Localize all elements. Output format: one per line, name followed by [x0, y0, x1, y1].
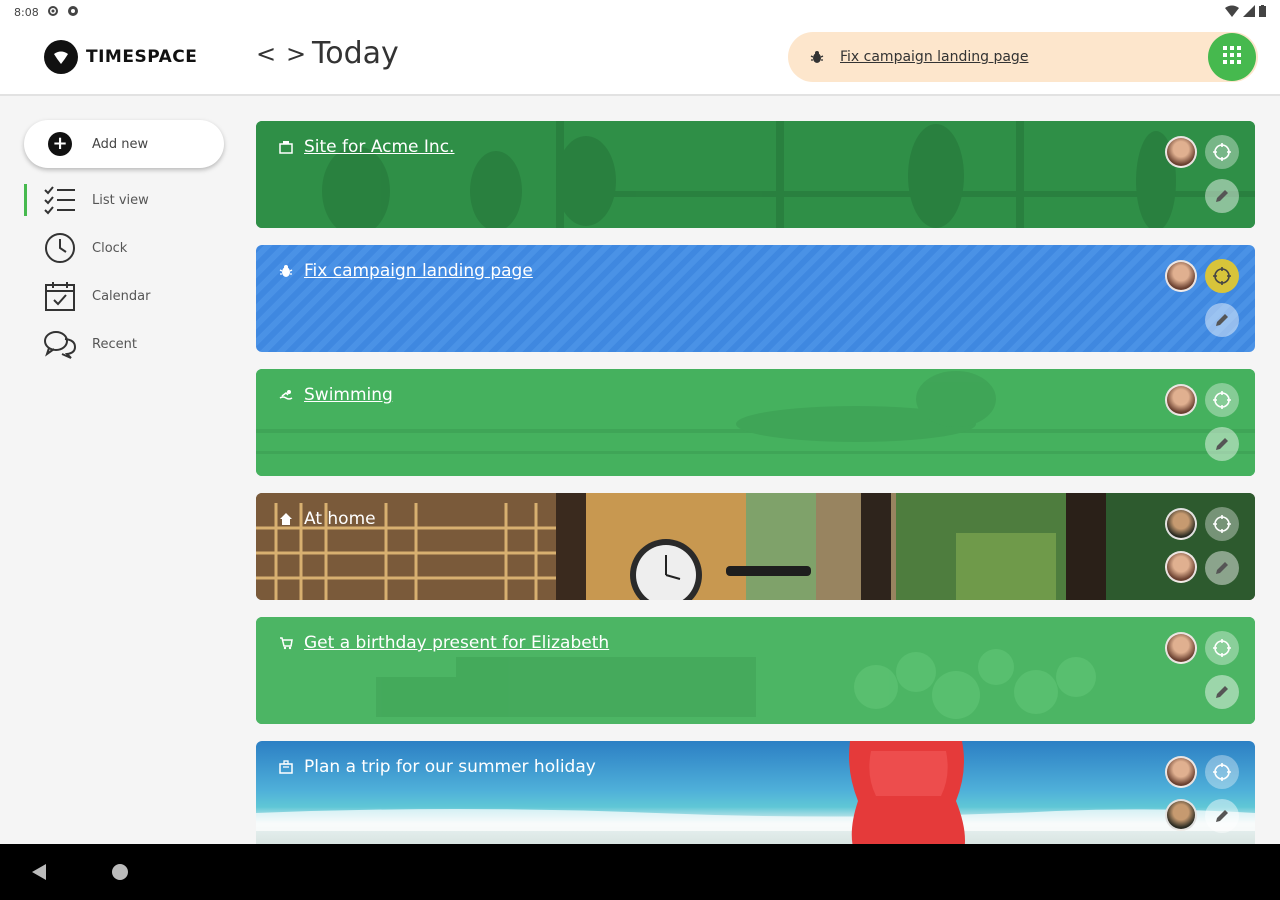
task-title[interactable]: Get a birthday present for Elizabeth	[304, 633, 609, 653]
clock-icon	[42, 230, 78, 266]
task-title[interactable]: Swimming	[304, 385, 393, 405]
pencil-icon	[1216, 438, 1228, 450]
app-name: TIMESPACE	[86, 47, 198, 67]
task-card[interactable]: Fix campaign landing page	[256, 245, 1255, 352]
pencil-icon	[1216, 314, 1228, 326]
home-button[interactable]	[112, 864, 128, 880]
avatar	[1165, 508, 1197, 540]
grid-icon	[1223, 46, 1241, 68]
sidebar-item-label: Clock	[92, 240, 128, 256]
focus-icon	[1213, 391, 1231, 409]
sidebar: + Add new List view Clock Calendar Recen…	[0, 98, 240, 844]
next-day-button[interactable]: >	[286, 40, 306, 68]
calendar-icon	[42, 278, 78, 314]
focus-button[interactable]	[1205, 135, 1239, 169]
focus-button[interactable]	[1205, 755, 1239, 789]
task-card[interactable]: Swimming	[256, 369, 1255, 476]
avatar	[1165, 632, 1197, 664]
edit-button[interactable]	[1205, 427, 1239, 461]
bug-icon	[808, 48, 826, 66]
system-nav-bar	[0, 844, 1280, 900]
list-icon	[42, 182, 78, 218]
swimmer-icon	[278, 387, 294, 403]
sidebar-item-label: Calendar	[92, 288, 151, 304]
card-background-image	[256, 369, 1255, 476]
bug-icon	[278, 263, 294, 279]
chat-bubbles-icon	[42, 326, 78, 362]
avatar	[1165, 136, 1197, 168]
battery-icon	[1259, 4, 1266, 20]
previous-day-button[interactable]: <	[256, 40, 276, 68]
focus-button-active[interactable]	[1205, 259, 1239, 293]
page-title: Today	[312, 36, 399, 71]
edit-button[interactable]	[1205, 303, 1239, 337]
task-card[interactable]: Site for Acme Inc.	[256, 121, 1255, 228]
edit-button[interactable]	[1205, 799, 1239, 833]
luggage-icon	[278, 759, 294, 775]
sidebar-item-label: Recent	[92, 336, 137, 352]
app-logo: TIMESPACE	[44, 40, 197, 74]
task-card[interactable]: At home	[256, 493, 1255, 600]
sidebar-item-calendar[interactable]: Calendar	[24, 274, 224, 318]
avatar	[1165, 384, 1197, 416]
pencil-icon	[1216, 810, 1228, 822]
pencil-icon	[1216, 190, 1228, 202]
signal-icon	[1243, 4, 1255, 20]
task-title[interactable]: At home	[304, 509, 376, 529]
task-title[interactable]: Site for Acme Inc.	[304, 137, 454, 157]
pencil-icon	[1216, 686, 1228, 698]
add-new-button[interactable]: + Add new	[24, 120, 224, 168]
settings-icon	[47, 5, 59, 20]
wifi-icon	[1225, 5, 1239, 20]
focus-button[interactable]	[1205, 631, 1239, 665]
card-background-image	[256, 493, 1255, 600]
avatar	[1165, 260, 1197, 292]
edit-button[interactable]	[1205, 675, 1239, 709]
pencil-icon	[1216, 562, 1228, 574]
house-icon	[278, 511, 294, 527]
building-icon	[278, 139, 294, 155]
active-task-pill[interactable]: Fix campaign landing page	[788, 32, 1258, 82]
task-list: Site for Acme Inc. Fix campaign landing …	[256, 98, 1256, 844]
edit-button[interactable]	[1205, 551, 1239, 585]
timespace-logo-icon	[44, 40, 78, 74]
sidebar-item-clock[interactable]: Clock	[24, 226, 224, 270]
apps-grid-button[interactable]	[1208, 33, 1256, 81]
focus-icon	[1213, 639, 1231, 657]
active-indicator	[24, 184, 27, 216]
add-new-label: Add new	[92, 136, 149, 152]
avatar	[1165, 551, 1197, 583]
focus-button[interactable]	[1205, 507, 1239, 541]
active-task-label[interactable]: Fix campaign landing page	[840, 49, 1028, 65]
back-button[interactable]	[32, 864, 46, 880]
focus-icon	[1213, 515, 1231, 533]
avatar	[1165, 756, 1197, 788]
app-header: TIMESPACE < > Today Fix campaign landing…	[0, 24, 1280, 96]
cart-icon	[278, 635, 294, 651]
task-card[interactable]: Get a birthday present for Elizabeth	[256, 617, 1255, 724]
edit-button[interactable]	[1205, 179, 1239, 213]
task-title[interactable]: Plan a trip for our summer holiday	[304, 757, 596, 777]
shield-icon	[67, 5, 79, 20]
focus-icon	[1213, 143, 1231, 161]
sidebar-item-recent[interactable]: Recent	[24, 322, 224, 366]
status-bar: 8:08	[0, 0, 1280, 24]
task-title[interactable]: Fix campaign landing page	[304, 261, 533, 281]
status-time: 8:08	[14, 5, 39, 19]
sidebar-item-list-view[interactable]: List view	[24, 178, 224, 222]
task-card[interactable]: Plan a trip for our summer holiday	[256, 741, 1255, 844]
sidebar-item-label: List view	[92, 192, 149, 208]
avatar	[1165, 799, 1197, 831]
focus-button[interactable]	[1205, 383, 1239, 417]
focus-icon	[1213, 763, 1231, 781]
focus-icon	[1213, 267, 1231, 285]
plus-icon: +	[48, 132, 72, 156]
